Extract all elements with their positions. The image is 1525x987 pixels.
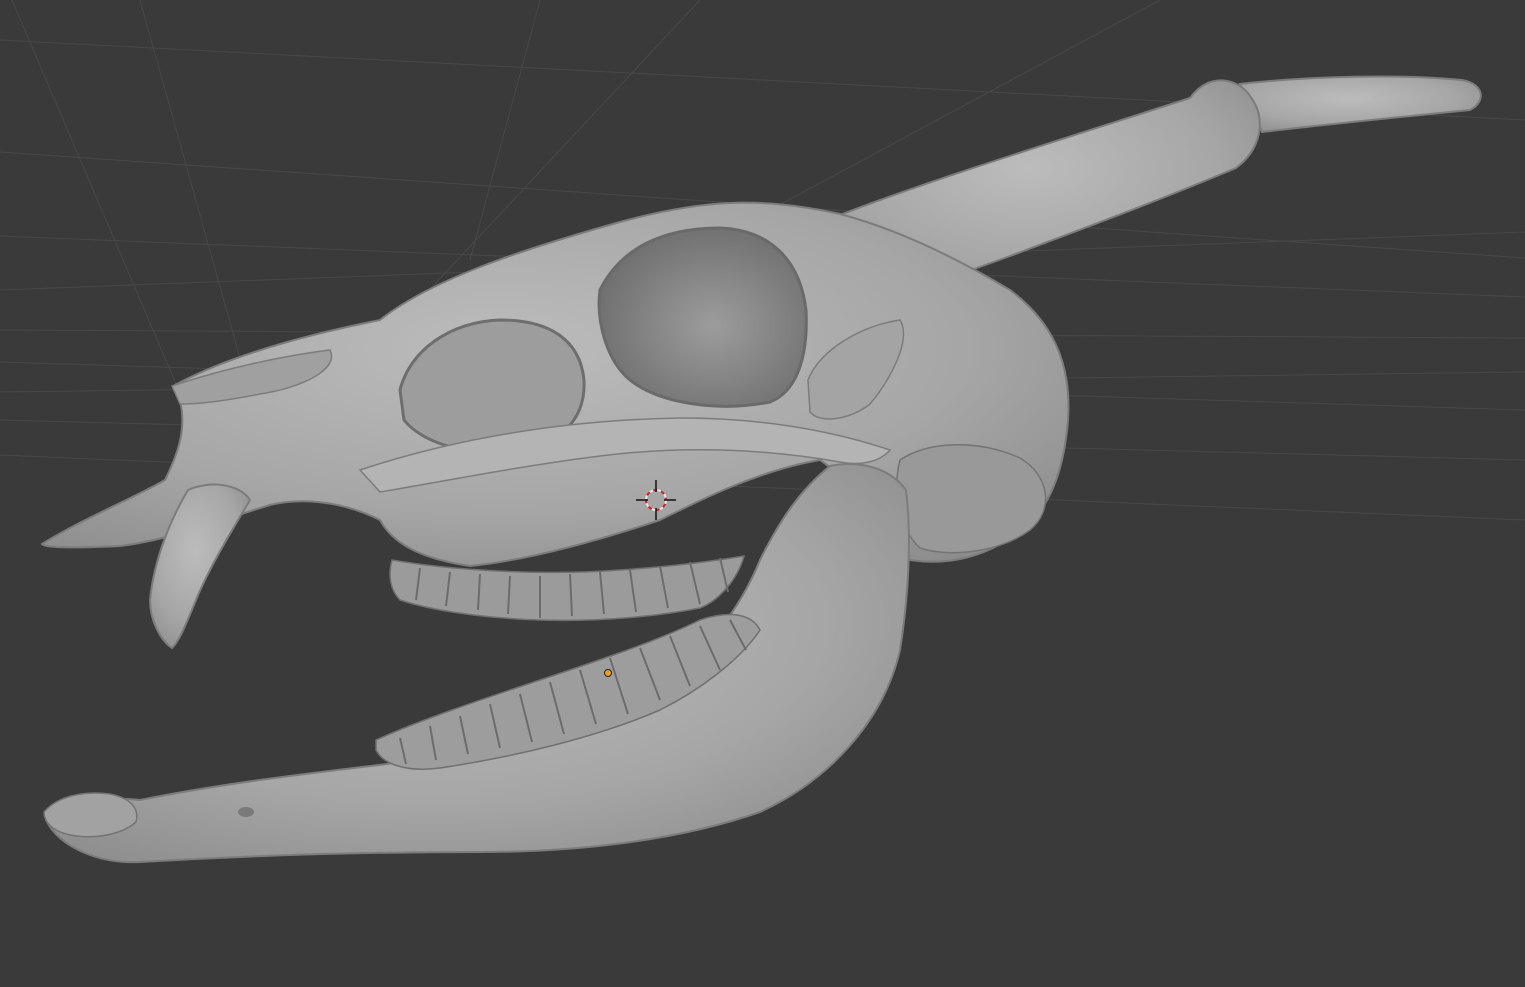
skull-mesh[interactable] [40, 75, 1482, 864]
mental-foramen [238, 807, 254, 817]
horn-tip [1238, 75, 1482, 134]
3d-viewport[interactable] [0, 0, 1525, 987]
object-origin-icon[interactable] [604, 669, 612, 677]
occipital-region [896, 444, 1047, 554]
lower-incisors [43, 792, 138, 838]
orbit [597, 226, 808, 408]
viewport-canvas[interactable] [0, 0, 1525, 987]
